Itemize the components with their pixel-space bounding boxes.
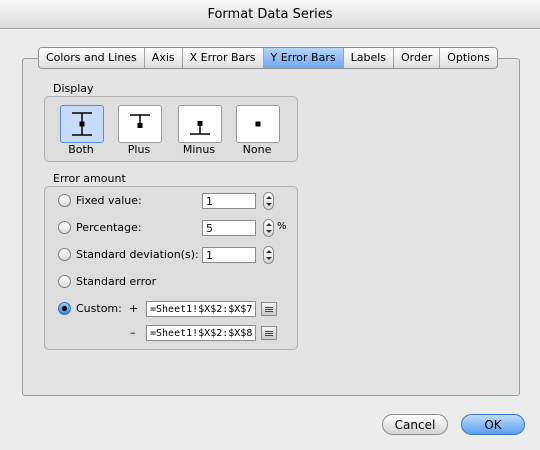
display-both-button[interactable] xyxy=(60,105,104,143)
custom-plus-collapse-button[interactable] xyxy=(261,302,277,316)
custom-plus-sign: + xyxy=(129,302,139,315)
custom-minus-field[interactable]: =Sheet1!$X$2:$X$8 xyxy=(146,325,256,341)
std-deviation-field[interactable]: 1 xyxy=(202,247,256,263)
display-minus-button[interactable] xyxy=(178,105,222,143)
display-plus-label: Plus xyxy=(127,143,151,156)
fixed-value-stepper[interactable] xyxy=(263,192,274,210)
std-deviation-label: Standard deviation(s): xyxy=(76,248,199,261)
percentage-radio[interactable] xyxy=(58,221,71,234)
cancel-button[interactable]: Cancel xyxy=(382,414,448,435)
percentage-stepper[interactable] xyxy=(263,219,274,237)
error-bar-plus-icon xyxy=(130,114,150,128)
fixed-value-radio[interactable] xyxy=(58,194,71,207)
display-none-label: None xyxy=(242,143,272,156)
tab-x-error-bars[interactable]: X Error Bars xyxy=(183,48,264,68)
display-plus-button[interactable] xyxy=(118,105,162,143)
custom-radio[interactable] xyxy=(58,302,71,315)
tab-colors-and-lines[interactable]: Colors and Lines xyxy=(39,48,145,68)
std-error-radio[interactable] xyxy=(58,275,71,288)
custom-minus-sign: – xyxy=(130,326,136,339)
error-bar-both-icon xyxy=(72,112,92,136)
error-amount-group-label: Error amount xyxy=(53,172,126,185)
percentage-field[interactable]: 5 xyxy=(202,220,256,236)
tab-order[interactable]: Order xyxy=(394,48,441,68)
error-bar-minus-icon xyxy=(190,121,210,135)
display-both-label: Both xyxy=(68,143,94,156)
error-bar-none-icon xyxy=(255,121,261,127)
title-bar: Format Data Series xyxy=(0,0,540,29)
custom-minus-collapse-button[interactable] xyxy=(261,326,277,340)
display-group-label: Display xyxy=(53,82,94,95)
ok-button[interactable]: OK xyxy=(461,414,525,435)
tab-bar: Colors and Lines Axis X Error Bars Y Err… xyxy=(38,47,498,69)
window-title: Format Data Series xyxy=(207,7,333,22)
display-minus-label: Minus xyxy=(182,143,216,156)
tab-labels[interactable]: Labels xyxy=(344,48,394,68)
custom-label: Custom: xyxy=(76,302,122,315)
std-deviation-radio[interactable] xyxy=(58,248,71,261)
percentage-label: Percentage: xyxy=(76,221,142,234)
tab-y-error-bars[interactable]: Y Error Bars xyxy=(263,48,344,68)
fixed-value-label: Fixed value: xyxy=(76,194,142,207)
fixed-value-field[interactable]: 1 xyxy=(202,193,256,209)
std-deviation-stepper[interactable] xyxy=(263,246,274,264)
percentage-unit: % xyxy=(277,221,287,232)
custom-plus-field[interactable]: =Sheet1!$X$2:$X$7 xyxy=(146,301,256,317)
tab-options[interactable]: Options xyxy=(440,48,496,68)
display-none-button[interactable] xyxy=(236,105,280,143)
std-error-label: Standard error xyxy=(76,275,157,288)
tab-axis[interactable]: Axis xyxy=(145,48,183,68)
